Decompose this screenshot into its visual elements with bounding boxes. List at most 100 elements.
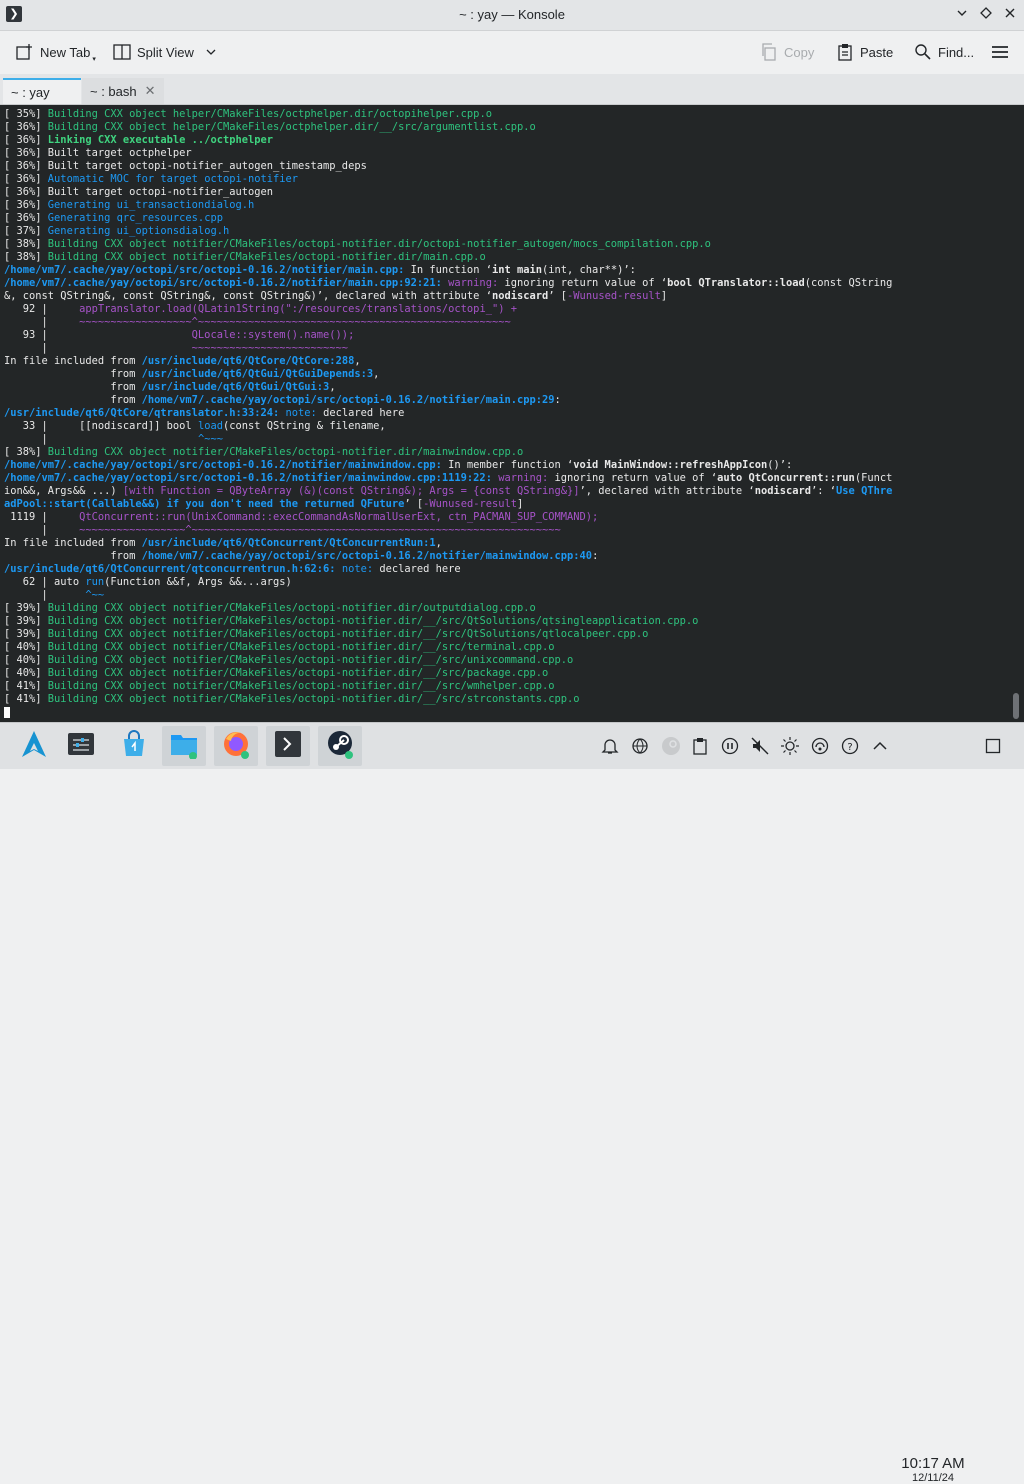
terminal-line: In file included from /usr/include/qt6/Q… xyxy=(4,537,1008,550)
tab-yay[interactable]: ~ : yay xyxy=(3,78,81,104)
show-desktop-icon[interactable] xyxy=(983,736,1003,756)
terminal-segment: [ 38%] xyxy=(4,446,48,458)
terminal-segment: [ 36%] xyxy=(4,134,48,146)
dropdown-arrow-icon: ▾ xyxy=(92,56,96,63)
application-launcher-button[interactable] xyxy=(12,726,56,766)
terminal-segment: , xyxy=(329,381,336,393)
terminal-line: from /usr/include/qt6/QtGui/QtGui:3, xyxy=(4,381,1008,394)
split-view-button[interactable]: Split View xyxy=(113,41,216,63)
terminal-line: [ 41%] Building CXX object notifier/CMak… xyxy=(4,693,1008,706)
terminal-segment: , xyxy=(373,368,380,380)
terminal-segment: 33 | [[nodiscard]] bool xyxy=(4,420,198,432)
terminal-segment: ^~~~ xyxy=(197,433,223,445)
terminal-segment: [ 40%] xyxy=(4,667,48,679)
terminal-scrollbar[interactable] xyxy=(1013,693,1019,719)
hamburger-menu-button[interactable] xyxy=(991,41,1009,63)
task-konsole[interactable] xyxy=(266,726,310,766)
terminal-segment: appTranslator.load(QLatin1String(":/reso… xyxy=(79,303,517,315)
terminal-segment: In function ‘ xyxy=(404,264,492,276)
terminal-segment: nodiscard xyxy=(491,290,549,302)
split-view-icon xyxy=(113,43,131,61)
terminal-view[interactable]: [ 35%] Building CXX object helper/CMakeF… xyxy=(0,105,1024,722)
terminal-segment: ] xyxy=(660,290,668,302)
terminal-segment: (Function &&f, Args &&...args) xyxy=(104,576,292,588)
terminal-segment: [ 39%] xyxy=(4,615,48,627)
terminal-line: ion&&, Args&& ...) [with Function = QByt… xyxy=(4,485,1008,498)
paste-button[interactable]: Paste xyxy=(836,41,893,63)
task-discover[interactable] xyxy=(112,726,156,766)
arch-linux-launcher-icon xyxy=(19,729,49,764)
terminal-segment: [ 39%] xyxy=(4,602,48,614)
chevron-up-icon[interactable] xyxy=(870,736,890,756)
steam-tray-icon[interactable] xyxy=(661,736,681,756)
minimize-button[interactable] xyxy=(952,5,972,25)
terminal-segment: run xyxy=(85,576,105,588)
terminal-segment: /home/vm7/.cache/yay/octopi/src/octopi-0… xyxy=(4,264,405,276)
terminal-segment: ’: ‘ xyxy=(811,485,837,497)
split-view-label: Split View xyxy=(137,44,194,60)
terminal-segment: ignoring return value of ‘ xyxy=(554,472,718,484)
terminal-line: 33 | [[nodiscard]] bool load(const QStri… xyxy=(4,420,1008,433)
terminal-segment: adPool::start(Callable&&) if you don't n… xyxy=(4,498,405,510)
clipboard-icon[interactable] xyxy=(690,736,710,756)
terminal-segment: Building CXX object notifier/CMakeFiles/… xyxy=(47,628,649,640)
close-tab-icon[interactable]: ✕ xyxy=(145,83,156,99)
terminal-line: | ~~~~~~~~~~~~~~~~~~~~~~~~~ xyxy=(4,342,1008,355)
terminal-segment: [ 36%] xyxy=(4,199,48,211)
terminal-segment: Automatic MOC for target octopi-notifier xyxy=(47,173,299,185)
terminal-line: [ 39%] Building CXX object notifier/CMak… xyxy=(4,615,1008,628)
terminal-line: [ 36%] Linking CXX executable ../octphel… xyxy=(4,134,1008,147)
task-dolphin[interactable] xyxy=(162,726,206,766)
help-icon[interactable]: ? xyxy=(840,736,860,756)
dolphin-folder-icon xyxy=(169,729,199,764)
terminal-line: [ 38%] Building CXX object notifier/CMak… xyxy=(4,446,1008,459)
brightness-icon[interactable] xyxy=(780,736,800,756)
search-icon xyxy=(914,43,932,61)
terminal-segment: /usr/include/qt6/QtConcurrent/QtConcurre… xyxy=(141,537,436,549)
konsole-terminal-icon xyxy=(273,729,303,764)
copy-label: Copy xyxy=(784,44,815,60)
terminal-line: /home/vm7/.cache/yay/octopi/src/octopi-0… xyxy=(4,472,1008,485)
clock-date[interactable]: 12/11/24 xyxy=(897,1472,969,1484)
task-steam[interactable] xyxy=(318,726,362,766)
new-tab-label: New Tab xyxy=(40,44,91,60)
task-firefox[interactable] xyxy=(214,726,258,766)
network-icon[interactable] xyxy=(630,736,650,756)
terminal-line: /home/vm7/.cache/yay/octopi/src/octopi-0… xyxy=(4,277,1008,290)
new-tab-button[interactable]: New Tab ▾ xyxy=(16,41,96,63)
hamburger-menu-icon xyxy=(991,43,1009,61)
firefox-icon xyxy=(221,729,251,764)
terminal-line: | ^~~ xyxy=(4,589,1008,602)
terminal-segment: Generating ui_optionsdialog.h xyxy=(47,225,230,237)
terminal-segment: Building CXX object notifier/CMakeFiles/… xyxy=(47,251,486,263)
copy-icon xyxy=(760,43,778,61)
chevron-down-icon xyxy=(957,10,967,16)
maximize-button[interactable] xyxy=(976,5,996,25)
close-button[interactable] xyxy=(1000,5,1020,25)
terminal-line: /home/vm7/.cache/yay/octopi/src/octopi-0… xyxy=(4,264,1008,277)
terminal-segment: bool QTranslator::load xyxy=(667,277,805,289)
find-button[interactable]: Find... xyxy=(914,41,974,63)
terminal-line: /usr/include/qt6/QtConcurrent/qtconcurre… xyxy=(4,563,1008,576)
find-label: Find... xyxy=(938,44,975,60)
media-pause-icon[interactable] xyxy=(720,736,740,756)
network-connection-icon[interactable] xyxy=(810,736,830,756)
copy-button[interactable]: Copy xyxy=(760,41,814,63)
terminal-line: [ 40%] Building CXX object notifier/CMak… xyxy=(4,641,1008,654)
steam-icon xyxy=(325,729,355,764)
notifications-bell-icon[interactable] xyxy=(600,736,620,756)
terminal-line: [ 40%] Building CXX object notifier/CMak… xyxy=(4,667,1008,680)
clock-time[interactable]: 10:17 AM xyxy=(897,1455,969,1472)
tab-bash[interactable]: ~ : bash ✕ xyxy=(82,78,164,104)
task-system-settings[interactable] xyxy=(59,726,103,766)
tab-label: ~ : yay xyxy=(11,84,50,100)
terminal-line: 62 | auto run(Function &&f, Args &&...ar… xyxy=(4,576,1008,589)
terminal-segment: 62 | auto xyxy=(4,576,86,588)
terminal-segment: int main xyxy=(491,264,543,276)
terminal-segment: note: xyxy=(285,407,324,419)
volume-muted-icon[interactable] xyxy=(750,736,770,756)
terminal-segment: | xyxy=(4,316,80,328)
terminal-segment: | xyxy=(4,524,80,536)
tab-label: ~ : bash xyxy=(90,83,137,99)
terminal-line: | ~~~~~~~~~~~~~~~~~~^~~~~~~~~~~~~~~~~~~~… xyxy=(4,316,1008,329)
